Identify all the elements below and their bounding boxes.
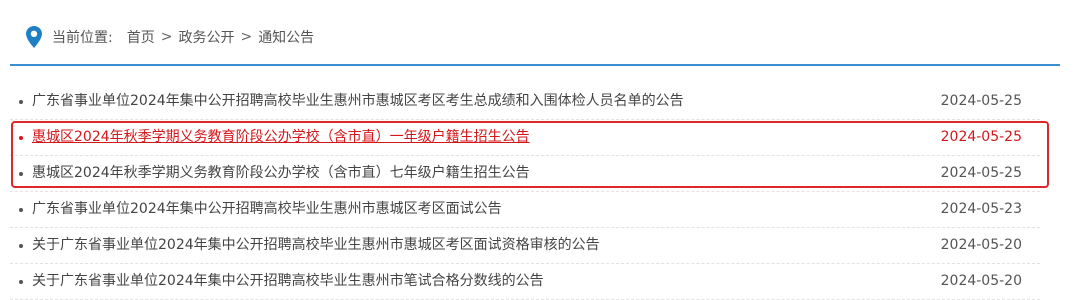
breadcrumb-label: 当前位置: xyxy=(52,30,113,46)
bullet-icon xyxy=(19,136,23,140)
notice-title-link[interactable]: 关于广东省事业单位2024年集中公开招聘高校毕业生惠州市惠城区考区面试资格审核的… xyxy=(32,228,600,263)
bullet-icon xyxy=(19,208,23,212)
list-item: 惠城区2024年秋季学期义务教育阶段公办学校（含市直）七年级户籍生招生公告 20… xyxy=(10,156,1040,192)
notice-list: 广东省事业单位2024年集中公开招聘高校毕业生惠州市惠城区考区考生总成绩和入围体… xyxy=(10,84,1040,300)
list-item: 关于广东省事业单位2024年集中公开招聘高校毕业生惠州市惠城区考区面试资格审核的… xyxy=(10,228,1040,264)
breadcrumb-gov-affairs-link[interactable]: 政务公开 xyxy=(178,27,234,47)
breadcrumb-separator: > xyxy=(160,29,173,45)
breadcrumb-separator: > xyxy=(240,29,253,45)
notice-date: 2024-05-23 xyxy=(940,201,1022,217)
notice-date: 2024-05-25 xyxy=(940,93,1022,109)
notice-title-link[interactable]: 惠城区2024年秋季学期义务教育阶段公办学校（含市直）一年级户籍生招生公告 xyxy=(32,120,530,155)
notice-title-link[interactable]: 关于广东省事业单位2024年集中公开招聘高校毕业生惠州市笔试合格分数线的公告 xyxy=(32,264,544,299)
notice-title-link[interactable]: 广东省事业单位2024年集中公开招聘高校毕业生惠州市惠城区考区考生总成绩和入围体… xyxy=(32,84,684,119)
notice-date: 2024-05-20 xyxy=(940,237,1022,253)
notice-date: 2024-05-25 xyxy=(940,129,1022,145)
header-divider xyxy=(10,64,1060,66)
notice-date: 2024-05-25 xyxy=(940,165,1022,181)
breadcrumb-notices-link[interactable]: 通知公告 xyxy=(258,27,314,47)
notice-title-link[interactable]: 广东省事业单位2024年集中公开招聘高校毕业生惠州市惠城区考区面试公告 xyxy=(32,192,502,227)
list-item: 广东省事业单位2024年集中公开招聘高校毕业生惠州市惠城区考区面试公告 2024… xyxy=(10,192,1040,228)
list-item: 惠城区2024年秋季学期义务教育阶段公办学校（含市直）一年级户籍生招生公告 20… xyxy=(10,120,1040,156)
breadcrumb: 当前位置: 首页 > 政务公开 > 通知公告 xyxy=(26,24,314,50)
bullet-icon xyxy=(19,172,23,176)
breadcrumb-home-link[interactable]: 首页 xyxy=(127,27,155,47)
bullet-icon xyxy=(19,280,23,284)
notice-title-link[interactable]: 惠城区2024年秋季学期义务教育阶段公办学校（含市直）七年级户籍生招生公告 xyxy=(32,156,530,191)
notice-date: 2024-05-20 xyxy=(940,273,1022,289)
map-pin-icon xyxy=(26,26,42,48)
bullet-icon xyxy=(19,244,23,248)
list-item: 广东省事业单位2024年集中公开招聘高校毕业生惠州市惠城区考区考生总成绩和入围体… xyxy=(10,84,1040,120)
bullet-icon xyxy=(19,100,23,104)
list-item: 关于广东省事业单位2024年集中公开招聘高校毕业生惠州市笔试合格分数线的公告 2… xyxy=(10,264,1040,300)
